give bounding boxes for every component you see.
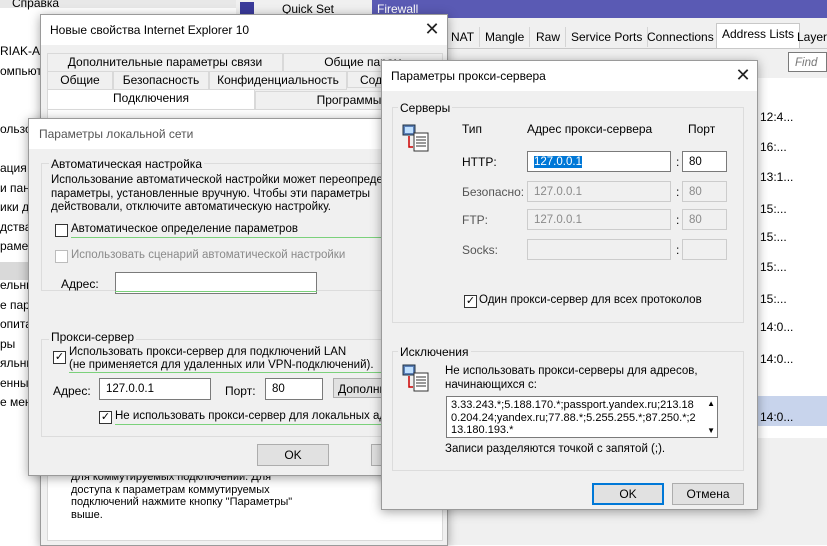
address-list-row[interactable]: 14:0... <box>760 320 793 334</box>
same-proxy-label: Один прокси-сервер для всех протоколов <box>479 294 702 306</box>
tab-connections[interactable]: Connections <box>642 27 720 47</box>
address-list-row[interactable]: 15:... <box>760 230 787 244</box>
scroll-down-icon[interactable]: ▼ <box>707 426 715 435</box>
bypass-local-checkbox[interactable]: ✓ <box>99 411 112 424</box>
tab-connections[interactable]: Подключения <box>47 89 255 110</box>
address-list-row[interactable]: 14:0... <box>760 410 793 424</box>
exceptions-desc: Не использовать прокси-серверы для адрес… <box>445 365 698 391</box>
background-list-item: дства <box>0 219 32 234</box>
ie-title: Новые свойства Internet Explorer 10 <box>50 23 250 37</box>
proxy-row-label: Безопасно: <box>462 185 525 199</box>
proxy-row-port-input[interactable]: 80 <box>682 181 727 202</box>
dialup-info-text: для коммутируемых подключений. Для досту… <box>71 471 293 521</box>
port-label: Порт: <box>225 384 256 398</box>
separator-colon: : <box>676 155 680 169</box>
exceptions-textarea[interactable]: 3.33.243.*;5.188.170.*;passport.yandex.r… <box>446 396 718 438</box>
proxy-port-input[interactable]: 80 <box>265 378 323 400</box>
proxy-row-address-input[interactable]: 127.0.0.1 <box>527 151 671 172</box>
lan-ok-button[interactable]: OK <box>257 444 329 466</box>
separator-colon: : <box>676 213 680 227</box>
proxy-row-address-input[interactable] <box>527 239 671 260</box>
scroll-up-icon[interactable]: ▲ <box>707 399 715 408</box>
separator-colon: : <box>676 185 680 199</box>
col-address: Адрес прокси-сервера <box>527 122 653 136</box>
proxy-row-port-input[interactable]: 80 <box>682 209 727 230</box>
proxy-ok-button[interactable]: OK <box>592 483 664 505</box>
lan-title: Параметры локальной сети <box>39 127 194 141</box>
address-list-row[interactable]: 16:... <box>760 140 787 154</box>
proxy-settings-window: Параметры прокси-сервера ✕ Серверы Тип А… <box>381 60 758 510</box>
use-proxy-label-1: Использовать прокси-сервер для подключен… <box>69 346 347 358</box>
script-address-underline <box>115 291 317 292</box>
proxy-group-label: Прокси-сервер <box>49 330 136 344</box>
proxy-address-label: Адрес: <box>53 384 91 398</box>
address-list-table <box>756 78 827 438</box>
menu-help[interactable]: Справка <box>12 0 59 10</box>
auto-detect-label: Автоматическое определение параметров <box>71 223 298 235</box>
tab-mangle[interactable]: Mangle <box>480 27 531 47</box>
same-proxy-checkbox[interactable]: ✓ <box>464 295 477 308</box>
servers-group-label: Серверы <box>398 101 453 115</box>
network-computer-icon <box>402 123 432 155</box>
use-script-label: Использовать сценарий автоматической нас… <box>71 249 346 261</box>
selected-address-text: 127.0.0.1 <box>534 156 582 168</box>
col-type: Тип <box>462 122 483 136</box>
proxy-row-label: HTTP: <box>462 155 497 169</box>
proxy-title: Параметры прокси-сервера <box>391 69 546 83</box>
exceptions-group-label: Исключения <box>398 345 471 359</box>
tab-layer7[interactable]: Layer7 <box>792 27 827 47</box>
bypass-underline <box>115 424 405 425</box>
proxy-focus-underline <box>69 372 403 373</box>
exceptions-text: 3.33.243.*;5.188.170.*;passport.yandex.r… <box>451 399 696 436</box>
lan-titlebar: Параметры локальной сети <box>29 119 415 149</box>
proxy-row-port-input[interactable]: 80 <box>682 151 727 172</box>
address-list-row[interactable]: 15:... <box>760 292 787 306</box>
address-list-row[interactable]: 14:0... <box>760 352 793 366</box>
tab-service-ports[interactable]: Service Ports <box>566 27 649 47</box>
tab-general[interactable]: Общие <box>47 71 113 90</box>
bypass-local-label: Не использовать прокси-сервер для локаль… <box>115 410 399 422</box>
proxy-row-port-input[interactable] <box>682 239 727 260</box>
close-icon[interactable]: ✕ <box>421 19 443 41</box>
proxy-row-address-input[interactable]: 127.0.0.1 <box>527 209 671 230</box>
tab-privacy[interactable]: Конфиденциальность <box>209 71 347 90</box>
exceptions-hint: Записи разделяются точкой с запятой (;). <box>445 443 666 455</box>
auto-config-label: Автоматическая настройка <box>49 157 204 171</box>
focus-underline <box>71 237 391 238</box>
address-list-row[interactable]: 13:1... <box>760 170 793 184</box>
tab-address-lists[interactable]: Address Lists <box>716 23 801 48</box>
col-port: Порт <box>688 122 716 136</box>
auto-detect-checkbox[interactable] <box>55 224 68 237</box>
proxy-row-address-input[interactable]: 127.0.0.1 <box>527 181 671 202</box>
proxy-titlebar: Параметры прокси-сервера ✕ <box>382 61 757 91</box>
address-list-row[interactable]: 12:4... <box>760 110 793 124</box>
tab-advanced-connection[interactable]: Дополнительные параметры связи <box>47 53 283 72</box>
background-list-item: ры <box>0 336 16 351</box>
address-list-row[interactable]: 15:... <box>760 260 787 274</box>
ie-titlebar: Новые свойства Internet Explorer 10 ✕ <box>41 15 447 45</box>
close-icon[interactable]: ✕ <box>732 65 754 87</box>
address-list-row[interactable]: 15:... <box>760 202 787 216</box>
use-proxy-label-2: (не применяется для удаленных или VPN-по… <box>69 359 374 371</box>
use-proxy-checkbox[interactable]: ✓ <box>53 351 66 364</box>
tab-security[interactable]: Безопасность <box>113 71 209 90</box>
proxy-address-input[interactable]: 127.0.0.1 <box>99 378 211 400</box>
use-script-checkbox[interactable] <box>55 250 68 263</box>
tab-nat[interactable]: NAT <box>446 27 481 47</box>
proxy-row-label: FTP: <box>462 213 488 227</box>
exceptions-icon <box>402 363 432 395</box>
lan-settings-window: Параметры локальной сети Автоматическая … <box>28 118 416 476</box>
separator-colon: : <box>676 243 680 257</box>
proxy-row-label: Socks: <box>462 243 499 257</box>
tab-raw[interactable]: Raw <box>531 27 567 47</box>
proxy-cancel-button[interactable]: Отмена <box>672 483 744 505</box>
find-input[interactable]: Find <box>788 52 827 72</box>
auto-config-desc: Использование автоматической настройки м… <box>51 174 396 213</box>
script-address-label: Адрес: <box>61 277 99 291</box>
